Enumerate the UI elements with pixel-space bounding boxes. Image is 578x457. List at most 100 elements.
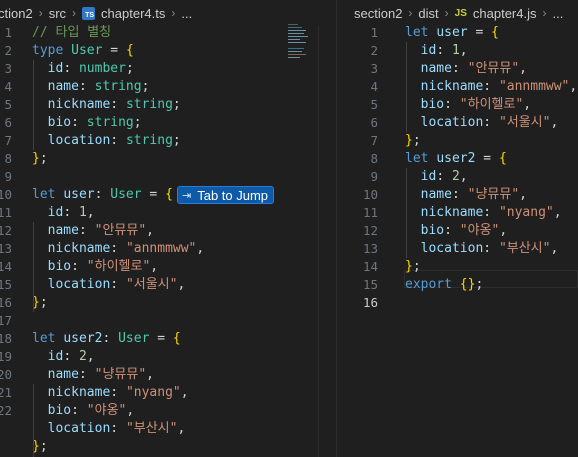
line-number: 9: [4, 169, 12, 184]
breadcrumb-more[interactable]: ...: [181, 6, 192, 21]
code-line[interactable]: 13 location: "부산시",: [337, 240, 578, 258]
breadcrumb-file[interactable]: chapter4.ts: [101, 6, 165, 21]
code-line[interactable]: 10 let user: User = {: [0, 186, 336, 204]
code-line[interactable]: 2 type User = {: [0, 42, 336, 60]
code-line[interactable]: 22 bio: "야옹",: [0, 402, 336, 420]
line-number: 20: [0, 367, 12, 382]
code-text: location: "서울시",: [47, 277, 186, 292]
line-number: 17: [0, 313, 12, 328]
code-text: };: [32, 151, 48, 166]
code-line[interactable]: 16: [337, 294, 578, 312]
line-number: 4: [4, 79, 12, 94]
code-line[interactable]: 4 nickname: "annmmww",: [337, 78, 578, 96]
breadcrumb-folder-src[interactable]: src: [49, 6, 66, 21]
javascript-icon: JS: [454, 7, 467, 19]
chevron-right-icon: ›: [171, 6, 176, 20]
breadcrumb-folder-dist[interactable]: dist: [418, 6, 438, 21]
code-line[interactable]: 15 export {};: [337, 276, 578, 294]
code-text: nickname: "nyang",: [47, 385, 189, 400]
code-line[interactable]: 12 name: "안뮤뮤",: [0, 222, 336, 240]
code-line[interactable]: };: [0, 438, 336, 456]
code-text: let user2 = {: [405, 151, 507, 166]
code-line[interactable]: 13 nickname: "annmmww",: [0, 240, 336, 258]
vertical-scrollbar[interactable]: [318, 26, 319, 457]
tab-to-jump-hint[interactable]: ⇥ Tab to Jump: [177, 186, 275, 204]
line-number: 14: [362, 259, 378, 274]
code-line[interactable]: 3 id: number;: [0, 60, 336, 78]
line-number: 22: [0, 403, 12, 418]
breadcrumb-folder-section2[interactable]: section2: [354, 6, 402, 21]
code-text: name: "냥뮤뮤",: [420, 187, 527, 202]
code-line[interactable]: 15 location: "서울시",: [0, 276, 336, 294]
code-line[interactable]: 5 bio: "하이헬로",: [337, 96, 578, 114]
code-line[interactable]: 18 let user2: User = {: [0, 330, 336, 348]
line-number: 6: [370, 115, 378, 130]
code-text: name: "냥뮤뮤",: [47, 367, 154, 382]
code-text: location: "부산시",: [47, 421, 186, 436]
line-number: 3: [370, 61, 378, 76]
left-editor-pane[interactable]: ction2 › src › TS chapter4.ts › ... 1 // …: [0, 0, 336, 457]
line-number: 10: [362, 187, 378, 202]
code-line[interactable]: 9 id: 2,: [337, 168, 578, 186]
code-line[interactable]: 14 bio: "하이헬로",: [0, 258, 336, 276]
code-line[interactable]: 5 nickname: string;: [0, 96, 336, 114]
code-line[interactable]: 1 // 타입 별칭: [0, 24, 336, 42]
code-line[interactable]: 9: [0, 168, 336, 186]
code-line[interactable]: 10 name: "냥뮤뮤",: [337, 186, 578, 204]
line-number: 8: [370, 151, 378, 166]
code-text: location: "서울시",: [420, 115, 559, 130]
code-line[interactable]: 19 id: 2,: [0, 348, 336, 366]
code-text: bio: "야옹",: [420, 223, 508, 238]
line-number: 5: [370, 97, 378, 112]
code-line[interactable]: 3 name: "안뮤뮤",: [337, 60, 578, 78]
code-line[interactable]: 7};: [337, 132, 578, 150]
code-line[interactable]: 8};: [0, 150, 336, 168]
code-line[interactable]: 17: [0, 312, 336, 330]
code-line[interactable]: 20 name: "냥뮤뮤",: [0, 366, 336, 384]
line-number: 9: [370, 169, 378, 184]
code-line[interactable]: 14};: [337, 258, 578, 276]
code-text: location: string;: [47, 133, 181, 148]
line-number: 12: [362, 223, 378, 238]
breadcrumb-folder-section2[interactable]: ction2: [0, 6, 33, 21]
code-line[interactable]: 21 nickname: "nyang",: [0, 384, 336, 402]
code-line[interactable]: 1 let user = {: [337, 24, 578, 42]
code-text: nickname: "nyang",: [420, 205, 562, 220]
code-line[interactable]: 8 let user2 = {: [337, 150, 578, 168]
code-line[interactable]: 11 nickname: "nyang",: [337, 204, 578, 222]
code-line[interactable]: 6 bio: string;: [0, 114, 336, 132]
code-text: bio: "야옹",: [47, 403, 135, 418]
right-editor-pane[interactable]: section2 › dist › JS chapter4.js › ... 1…: [337, 0, 578, 457]
code-line[interactable]: 7 location: string;: [0, 132, 336, 150]
code-line[interactable]: 16};: [0, 294, 336, 312]
code-text: id: 2,: [420, 169, 468, 184]
indent-guide: [406, 168, 407, 258]
code-line[interactable]: 6 location: "서울시",: [337, 114, 578, 132]
line-number: 7: [4, 133, 12, 148]
line-number: 12: [0, 223, 12, 238]
breadcrumb-more[interactable]: ...: [552, 6, 563, 21]
indent-guide: [33, 222, 34, 312]
line-number: 13: [0, 241, 12, 256]
line-number: 2: [370, 43, 378, 58]
code-editor[interactable]: 1// 타입 별칭 2 type User = {3 id: number; 4 na…: [0, 24, 336, 457]
code-line[interactable]: 2 id: 1,: [337, 42, 578, 60]
code-text: id: 1,: [47, 205, 95, 220]
chevron-right-icon: ›: [444, 6, 449, 20]
chevron-right-icon: ›: [38, 6, 43, 20]
code-text: nickname: "annmmww",: [420, 79, 578, 94]
line-number: 7: [370, 133, 378, 148]
code-text: name: "안뮤뮤",: [47, 223, 154, 238]
line-number: 2: [4, 43, 12, 58]
chevron-right-icon: ›: [72, 6, 77, 20]
code-line[interactable]: 11 id: 1,: [0, 204, 336, 222]
line-number: 14: [0, 259, 12, 274]
code-editor[interactable]: 1 let user = {2 id: 1, 3 name: "안뮤뮤", 4 nic…: [337, 24, 578, 457]
code-line[interactable]: 12 bio: "야옹",: [337, 222, 578, 240]
code-text: };: [32, 439, 48, 454]
code-line[interactable]: 4 name: string;: [0, 78, 336, 96]
breadcrumb-file[interactable]: chapter4.js: [473, 6, 537, 21]
code-line[interactable]: location: "부산시",: [0, 420, 336, 438]
code-text: };: [405, 259, 421, 274]
code-text: export {};: [405, 277, 484, 292]
